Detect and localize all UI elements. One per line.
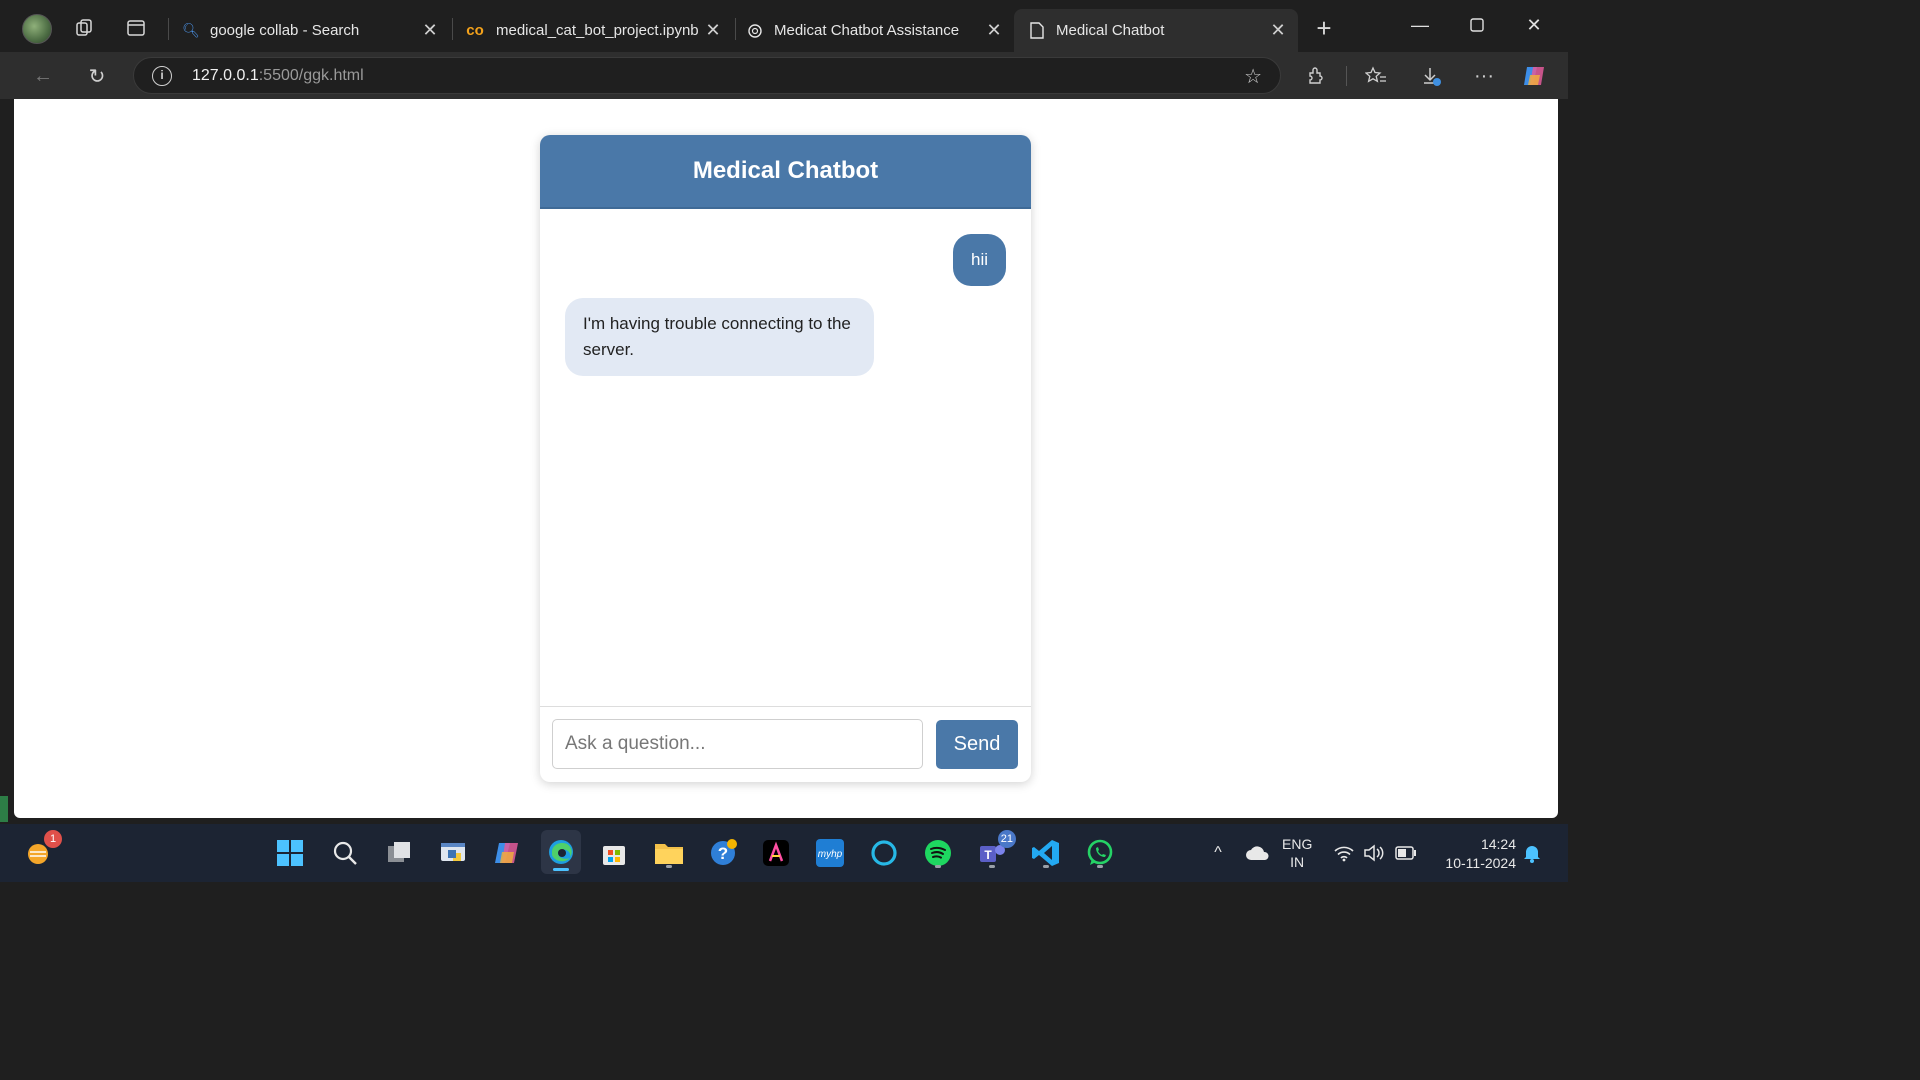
get-help-icon[interactable]: ?	[705, 835, 741, 871]
cortana-icon[interactable]	[866, 835, 902, 871]
vertical-tabs-icon[interactable]	[122, 14, 150, 42]
send-button[interactable]: Send	[936, 720, 1018, 769]
chatgpt-icon	[746, 22, 764, 40]
myhp-icon[interactable]: myhp	[812, 835, 848, 871]
workspaces-icon[interactable]	[70, 14, 98, 42]
more-options-icon[interactable]: ···	[1468, 60, 1500, 92]
tab-google-search[interactable]: 🔍︎ google collab - Search ✕	[168, 9, 450, 52]
address-bar[interactable]: i 127.0.0.1:5500/ggk.html ☆	[133, 57, 1281, 94]
favorites-icon[interactable]	[1360, 60, 1392, 92]
copilot-taskbar-icon[interactable]	[489, 835, 525, 871]
tab-title: google collab - Search	[210, 22, 360, 39]
wifi-icon[interactable]	[1332, 835, 1356, 871]
battery-icon[interactable]	[1394, 835, 1418, 871]
message-list: hii I'm having trouble connecting to the…	[540, 209, 1031, 707]
background-window-strip	[0, 796, 8, 822]
minimize-icon[interactable]: —	[1400, 10, 1440, 40]
browser-tab-strip: 🔍︎ google collab - Search ✕ co medical_c…	[0, 0, 1568, 52]
volume-icon[interactable]	[1362, 835, 1386, 871]
search-icon: 🔍︎	[182, 22, 200, 38]
refresh-icon[interactable]: ↻	[81, 60, 113, 92]
windows-start-icon[interactable]	[272, 835, 308, 871]
profile-avatar[interactable]	[22, 14, 52, 44]
maximize-icon[interactable]	[1457, 10, 1497, 40]
favorite-star-icon[interactable]: ☆	[1244, 64, 1262, 89]
svg-text:?: ?	[718, 844, 728, 863]
weather-icon[interactable]: 1	[20, 830, 62, 871]
notification-bell-icon[interactable]	[1518, 835, 1546, 871]
url-text[interactable]: 127.0.0.1:5500/ggk.html	[192, 67, 364, 85]
tab-medical-chatbot[interactable]: Medical Chatbot ✕	[1014, 9, 1298, 52]
edge-browser-icon[interactable]	[541, 830, 581, 874]
clock-time: 14:24	[1480, 836, 1516, 852]
teams-badge: 21	[997, 830, 1016, 848]
adobe-express-icon[interactable]	[758, 835, 794, 871]
tab-colab-notebook[interactable]: co medical_cat_bot_project.ipynb - ✕	[450, 9, 733, 52]
new-tab-icon[interactable]: +	[1310, 13, 1338, 43]
clock[interactable]: 14:24 10-11-2024	[1432, 835, 1516, 873]
downloads-icon[interactable]	[1415, 60, 1447, 92]
chat-title: Medical Chatbot	[540, 135, 1031, 209]
browser-toolbar: ← ↻ i 127.0.0.1:5500/ggk.html ☆ ···	[0, 52, 1568, 99]
site-info-icon[interactable]: i	[152, 66, 172, 86]
spotify-icon[interactable]	[920, 835, 956, 871]
task-view-icon[interactable]	[381, 835, 417, 871]
microsoft-store-icon[interactable]	[596, 835, 632, 871]
window-edge	[0, 99, 14, 824]
page-viewport: Medical Chatbot hii I'm having trouble c…	[14, 99, 1558, 818]
close-icon[interactable]: ✕	[418, 20, 442, 41]
bot-message: I'm having trouble connecting to the ser…	[565, 298, 874, 376]
weather-badge: 1	[44, 830, 62, 848]
language-indicator[interactable]: ENG IN	[1282, 835, 1312, 871]
tab-title: medical_cat_bot_project.ipynb -	[496, 22, 701, 39]
close-icon[interactable]: ✕	[701, 20, 725, 41]
input-row: Send	[540, 706, 1031, 782]
page-icon	[1028, 22, 1046, 40]
back-icon[interactable]: ←	[27, 60, 59, 92]
python-idle-icon[interactable]	[435, 835, 471, 871]
user-message: hii	[952, 234, 1006, 286]
tab-title: Medicat Chatbot Assistance	[774, 22, 960, 39]
svg-text:T: T	[984, 848, 992, 862]
svg-text:myhp: myhp	[818, 849, 843, 860]
tab-chatgpt[interactable]: Medicat Chatbot Assistance ✕	[732, 9, 1014, 52]
extensions-icon[interactable]	[1300, 60, 1332, 92]
close-icon[interactable]: ✕	[1266, 20, 1290, 41]
teams-icon[interactable]: T 21	[974, 830, 1016, 871]
tab-title: Medical Chatbot	[1056, 22, 1165, 39]
onedrive-icon[interactable]	[1240, 835, 1276, 871]
clock-date: 10-11-2024	[1445, 855, 1516, 871]
colab-icon: co	[466, 22, 484, 39]
show-hidden-icons[interactable]: ^	[1200, 835, 1236, 871]
taskbar: 1 ? myhp T 21 ^ ENG IN 14:24 10-11-2024	[0, 824, 1568, 882]
question-input[interactable]	[552, 719, 923, 769]
whatsapp-icon[interactable]	[1082, 835, 1118, 871]
close-icon[interactable]: ✕	[982, 20, 1006, 41]
close-window-icon[interactable]: ✕	[1514, 10, 1554, 40]
search-icon[interactable]	[327, 835, 363, 871]
file-explorer-icon[interactable]	[651, 835, 687, 871]
copilot-icon[interactable]	[1518, 60, 1550, 92]
chat-container: Medical Chatbot hii I'm having trouble c…	[540, 135, 1031, 782]
vscode-icon[interactable]	[1028, 835, 1064, 871]
